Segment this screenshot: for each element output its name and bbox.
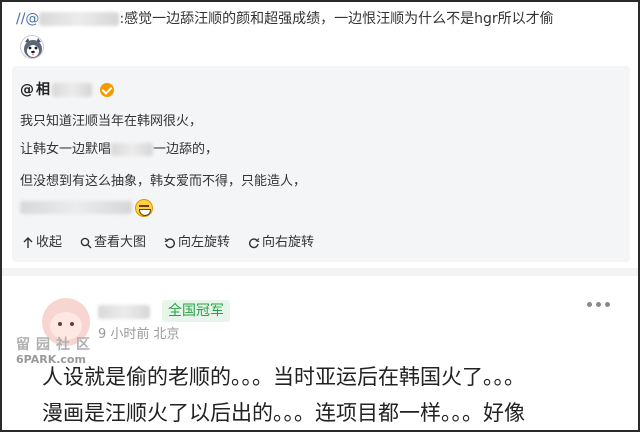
repost-prefix: //@ (16, 11, 40, 27)
quoted-line-1: 我只知道汪顺当年在韩网很火， (20, 114, 203, 129)
watermark-logo: 留园社区 (16, 337, 96, 353)
quoted-line-2: 让韩女一边默唱 一边舔的， (20, 142, 219, 157)
rotate-left-button[interactable]: 向左旋转 (164, 234, 230, 252)
blurred-username (52, 83, 92, 97)
section-divider (2, 268, 638, 276)
quoted-line-3: 但没想到有这么抽象，韩女爱而不得，只能造人， (20, 174, 307, 189)
comment-text-line-2: 漫画是汪顺火了以后出的。。。连项目都一样。。。好像 (42, 401, 525, 425)
weibo-screenshot: //@ :感觉一边舔汪顺的颜和超强成绩，一边恨汪顺为什么不是hgr所以才偷 @ 相… (0, 0, 640, 432)
blurred-text (20, 201, 132, 214)
husky-emoji-icon (20, 35, 44, 59)
rotate-right-icon (249, 238, 260, 249)
quoted-line-4 (20, 198, 153, 218)
comment-text-line-1: 人设就是偷的老顺的。。。当时亚运后在韩国火了。。。 (42, 365, 525, 389)
image-toolbar: 收起 查看大图 向左旋转 向右旋转 (22, 234, 314, 252)
comment-meta: 9 小时前 北京 (98, 327, 180, 342)
grin-emoji-icon (135, 198, 153, 217)
blurred-name (111, 143, 154, 156)
quoted-post[interactable]: @ 相 我只知道汪顺当年在韩网很火， 让韩女一边默唱 一边舔的， 但没想到有这么抽… (12, 66, 630, 262)
rotate-right-button[interactable]: 向右旋转 (248, 234, 314, 252)
comment-username[interactable] (98, 302, 150, 322)
magnifier-icon (80, 237, 92, 249)
champion-badge: 全国冠军 (162, 300, 230, 322)
rotate-left-icon (164, 238, 176, 249)
quoted-username[interactable]: @ 相 (20, 80, 114, 100)
repost-text: :感觉一边舔汪顺的颜和超强成绩，一边恨汪顺为什么不是hgr所以才偷 (119, 11, 554, 27)
verified-badge-icon (100, 83, 114, 97)
arrow-up-icon (23, 237, 33, 248)
repost-line: //@ :感觉一边舔汪顺的颜和超强成绩，一边恨汪顺为什么不是hgr所以才偷 (16, 8, 632, 30)
blurred-username (39, 12, 120, 26)
blurred-username (98, 305, 150, 319)
collapse-button[interactable]: 收起 (22, 234, 62, 252)
view-large-button[interactable]: 查看大图 (80, 234, 146, 252)
more-options-icon[interactable] (587, 302, 610, 307)
